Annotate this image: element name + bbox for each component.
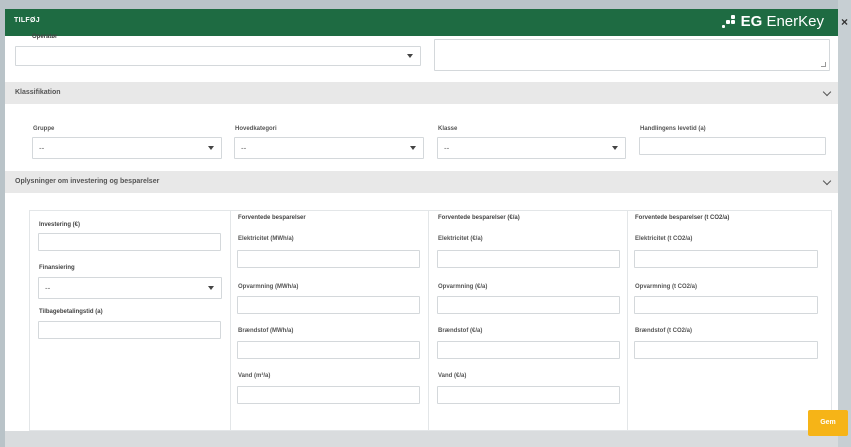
col2-field-label: Vand (m³/a) bbox=[238, 373, 271, 379]
col4-field-label: Brændstof (t CO2/a) bbox=[635, 328, 692, 334]
col3-field-label: Vand (€/a) bbox=[438, 373, 467, 379]
chevron-down-icon bbox=[612, 146, 618, 150]
add-dialog: TILFØJ EG EnerKey Operatør Klassifikatio… bbox=[5, 9, 838, 447]
brand-logo: EG EnerKey bbox=[721, 13, 824, 30]
col3-field-label: Elektricitet (€/a) bbox=[438, 236, 483, 242]
col4-braendstof-input[interactable] bbox=[634, 341, 818, 359]
chevron-down-icon bbox=[208, 146, 214, 150]
operator-label: Operatør bbox=[32, 34, 58, 40]
col4-field-label: Opvarmning (t CO2/a) bbox=[635, 284, 698, 290]
close-icon[interactable]: × bbox=[838, 14, 851, 30]
levetid-label: Handlingens levetid (a) bbox=[640, 126, 706, 132]
chevron-down-icon bbox=[208, 286, 214, 290]
col3-field-label: Brændstof (€/a) bbox=[438, 328, 483, 334]
col4-elektricitet-input[interactable] bbox=[634, 250, 818, 268]
gruppe-label: Gruppe bbox=[33, 126, 55, 132]
col2-elektricitet-input[interactable] bbox=[237, 250, 420, 268]
chevron-down-icon bbox=[410, 146, 416, 150]
col2-field-label: Brændstof (MWh/a) bbox=[238, 328, 294, 334]
col3-elektricitet-input[interactable] bbox=[437, 250, 620, 268]
col3-braendstof-input[interactable] bbox=[437, 341, 620, 359]
brand-mark-icon bbox=[721, 14, 736, 29]
hovedkategori-label: Hovedkategori bbox=[235, 126, 277, 132]
col2-opvarmning-input[interactable] bbox=[237, 296, 420, 314]
section-oplysninger[interactable]: Oplysninger om investering og besparelse… bbox=[5, 171, 838, 193]
col3-field-label: Opvarmning (€/a) bbox=[438, 284, 488, 290]
dialog-title: TILFØJ bbox=[14, 17, 40, 24]
column-divider bbox=[428, 210, 429, 431]
col3-vand-input[interactable] bbox=[437, 386, 620, 404]
col2-field-label: Elektricitet (MWh/a) bbox=[238, 236, 294, 242]
chevron-down-icon bbox=[407, 54, 413, 58]
hovedkategori-select[interactable]: -- bbox=[234, 137, 424, 159]
chevron-down-icon bbox=[822, 176, 832, 186]
brand-mark-text: EG bbox=[740, 13, 763, 30]
dialog-header: TILFØJ EG EnerKey bbox=[5, 9, 838, 36]
klasse-select[interactable]: -- bbox=[437, 137, 626, 159]
finansiering-label: Finansiering bbox=[39, 265, 75, 271]
col2-braendstof-input[interactable] bbox=[237, 341, 420, 359]
column-divider bbox=[627, 210, 628, 431]
resize-grip-icon[interactable] bbox=[821, 62, 826, 67]
investering-label: Investering (€) bbox=[39, 222, 81, 228]
klasse-label: Klasse bbox=[438, 126, 458, 132]
finansiering-select[interactable]: -- bbox=[38, 277, 222, 299]
col2-heading: Forventede besparelser bbox=[238, 215, 306, 221]
section-klassifikation[interactable]: Klassifikation bbox=[5, 82, 838, 104]
section-title: Klassifikation bbox=[15, 89, 61, 96]
dialog-body: Operatør Klassifikation Gruppe -- Hovedk… bbox=[5, 34, 838, 431]
col3-heading: Forventede besparelser (€/a) bbox=[438, 215, 520, 221]
col2-field-label: Opvarmning (MWh/a) bbox=[238, 284, 299, 290]
col4-heading: Forventede besparelser (t CO2/a) bbox=[635, 215, 730, 221]
section-title: Oplysninger om investering og besparelse… bbox=[15, 178, 160, 185]
chevron-down-icon bbox=[822, 87, 832, 97]
description-textarea[interactable] bbox=[434, 39, 830, 71]
investering-input[interactable] bbox=[38, 233, 221, 251]
operator-select[interactable] bbox=[15, 46, 421, 66]
brand-name: EnerKey bbox=[766, 13, 824, 30]
dialog-footer bbox=[5, 431, 838, 447]
col3-opvarmning-input[interactable] bbox=[437, 296, 620, 314]
gruppe-select[interactable]: -- bbox=[32, 137, 222, 159]
column-divider bbox=[230, 210, 231, 431]
save-button[interactable]: Gem bbox=[808, 410, 848, 436]
col4-field-label: Elektricitet (t CO2/a) bbox=[635, 236, 693, 242]
backdrop bbox=[838, 0, 851, 447]
levetid-input[interactable] bbox=[639, 137, 826, 155]
col2-vand-input[interactable] bbox=[237, 386, 420, 404]
tilbagebetalingstid-label: Tilbagebetalingstid (a) bbox=[39, 309, 103, 315]
col4-opvarmning-input[interactable] bbox=[634, 296, 818, 314]
tilbagebetalingstid-input[interactable] bbox=[38, 321, 221, 339]
